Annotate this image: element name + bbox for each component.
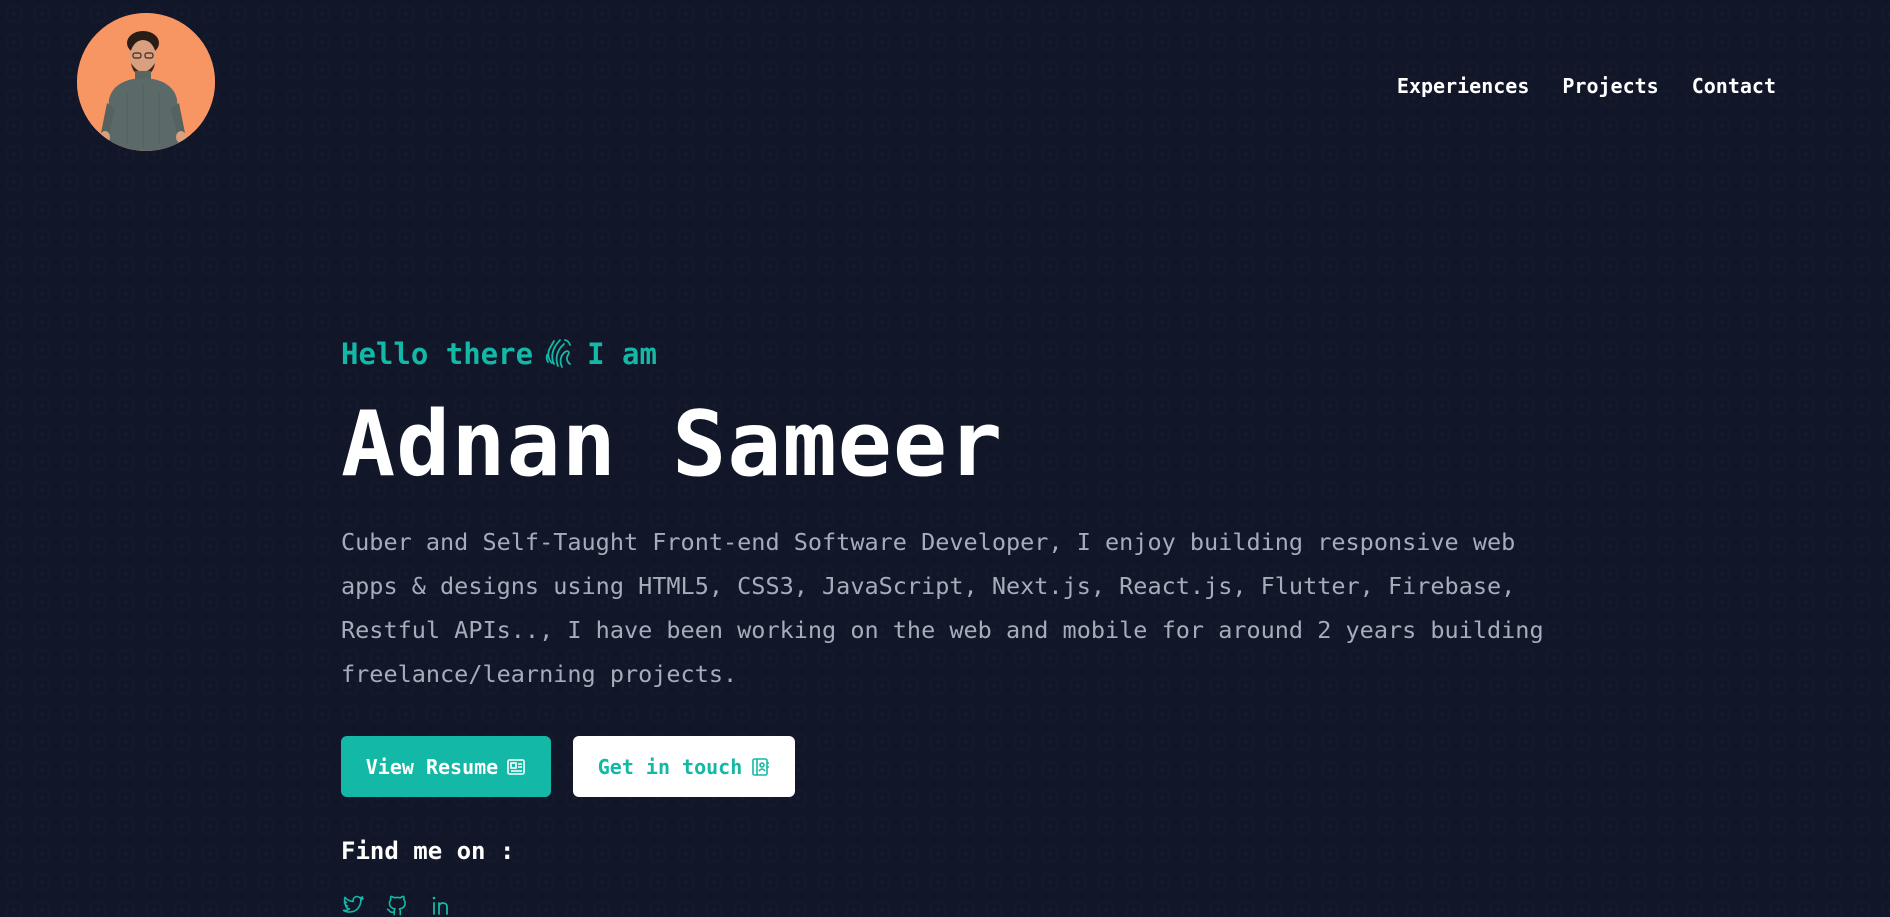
hero-section: Hello there I am Adnan Sameer Cuber and …	[341, 334, 1571, 917]
view-resume-label: View Resume	[365, 754, 499, 779]
github-icon[interactable]	[385, 893, 409, 917]
hero-actions: View Resume Get in touch	[341, 736, 1571, 797]
twitter-icon[interactable]	[341, 893, 365, 917]
get-in-touch-label: Get in touch	[597, 754, 743, 779]
nav-experiences-link[interactable]: Experiences	[1397, 74, 1529, 98]
linkedin-icon[interactable]	[429, 893, 453, 917]
hero-name: Adnan Sameer	[341, 392, 1004, 497]
main-nav: Experiences Projects Contact	[1397, 74, 1776, 98]
social-links	[341, 893, 1571, 917]
waving-hand-icon	[545, 339, 571, 368]
nav-projects-link[interactable]: Projects	[1562, 74, 1658, 98]
avatar[interactable]	[77, 13, 215, 151]
find-me-heading: Find me on :	[341, 837, 515, 865]
avatar-portrait	[77, 13, 215, 151]
greeting-suffix: I am	[587, 337, 657, 371]
nav-contact-link[interactable]: Contact	[1692, 74, 1776, 98]
hero-bio: Cuber and Self-Taught Front-end Software…	[341, 528, 1544, 688]
greeting: Hello there I am	[341, 334, 1571, 374]
get-in-touch-button[interactable]: Get in touch	[573, 736, 795, 797]
view-resume-button[interactable]: View Resume	[341, 736, 551, 797]
page: Experiences Projects Contact Hello there…	[0, 0, 1890, 917]
greeting-prefix: Hello there	[341, 337, 534, 371]
contact-book-icon	[752, 757, 770, 776]
resume-icon	[507, 758, 526, 775]
